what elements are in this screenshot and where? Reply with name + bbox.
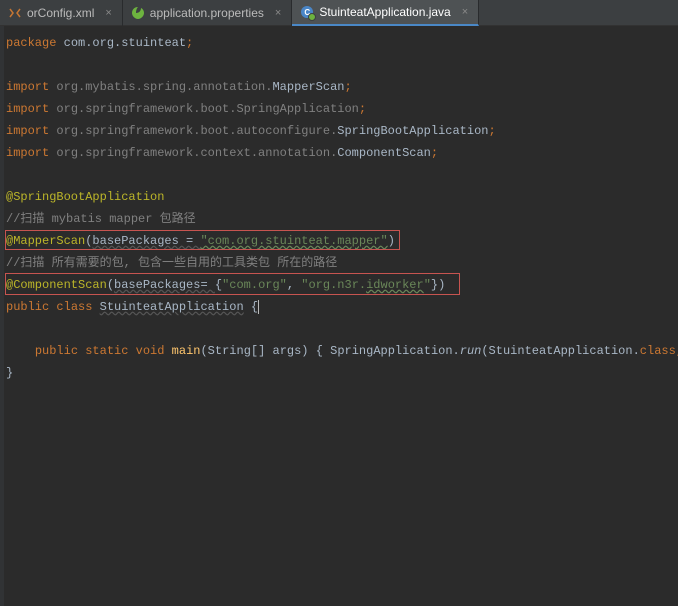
code-line: import org.springframework.context.annot… xyxy=(6,142,678,164)
xml-file-icon xyxy=(8,6,22,20)
spring-props-icon xyxy=(131,6,145,20)
code-line: import org.mybatis.spring.annotation.Map… xyxy=(6,76,678,98)
code-editor[interactable]: package com.org.stuinteat; import org.my… xyxy=(0,26,678,384)
code-line: } xyxy=(6,362,678,384)
code-line xyxy=(6,164,678,186)
tab-application-properties[interactable]: application.properties × xyxy=(123,0,293,26)
code-line: package com.org.stuinteat; xyxy=(6,32,678,54)
code-line xyxy=(6,54,678,76)
code-line: import org.springframework.boot.autoconf… xyxy=(6,120,678,142)
tab-label: application.properties xyxy=(150,6,264,20)
close-icon[interactable]: × xyxy=(460,6,470,18)
code-line: @MapperScan(basePackages = "com.org.stui… xyxy=(6,230,678,252)
code-line: public static void main(String[] args) {… xyxy=(6,340,678,362)
text-cursor xyxy=(258,300,259,314)
editor-tabs: orConfig.xml × application.properties × … xyxy=(0,0,678,26)
spring-java-icon: C xyxy=(300,5,314,19)
tab-stuinteat-application[interactable]: C StuinteatApplication.java × xyxy=(292,0,479,26)
code-line: import org.springframework.boot.SpringAp… xyxy=(6,98,678,120)
code-line: //扫描 所有需要的包, 包含一些自用的工具类包 所在的路径 xyxy=(6,252,678,274)
tab-label: orConfig.xml xyxy=(27,6,94,20)
code-line xyxy=(6,318,678,340)
code-line: //扫描 mybatis mapper 包路径 xyxy=(6,208,678,230)
code-line: @ComponentScan(basePackages= {"com.org",… xyxy=(6,274,678,296)
code-line: public class StuinteatApplication { xyxy=(6,296,678,318)
tab-label: StuinteatApplication.java xyxy=(319,5,450,19)
close-icon[interactable]: × xyxy=(103,7,113,19)
tab-orconfig-xml[interactable]: orConfig.xml × xyxy=(0,0,123,26)
close-icon[interactable]: × xyxy=(273,7,283,19)
code-line: @SpringBootApplication xyxy=(6,186,678,208)
